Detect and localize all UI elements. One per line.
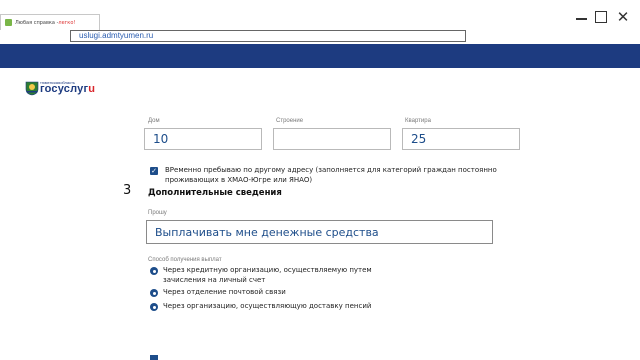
- region-emblem-icon: [25, 81, 39, 96]
- payment-option-delivery: Через организацию, осуществляющую достав…: [163, 302, 372, 310]
- tab-title-highlight: легко!: [58, 19, 76, 26]
- close-icon[interactable]: ✕: [614, 8, 632, 26]
- payment-method-label: Способ получения выплат: [148, 257, 222, 263]
- temp-address-checkbox[interactable]: ✓: [150, 167, 158, 175]
- next-checkbox[interactable]: [150, 355, 158, 360]
- logo-main-accent: u: [88, 83, 96, 95]
- temp-address-text: ВРеменно пребываю по другому адресу (зап…: [165, 166, 497, 184]
- payment-option-post: Через отделение почтовой связи: [163, 288, 286, 296]
- tab-title: Любая справка -: [15, 19, 59, 26]
- minimize-icon[interactable]: [572, 8, 590, 26]
- payment-radio-post[interactable]: [150, 289, 158, 297]
- site-header-bar: [0, 44, 640, 68]
- radio-dot: [152, 291, 156, 295]
- tab-favicon-icon: [5, 19, 12, 26]
- house-input[interactable]: 10: [144, 128, 262, 150]
- site-logo[interactable]: госуслугu: [40, 83, 95, 95]
- browser-tab[interactable]: Любая справка - легко!: [0, 14, 100, 30]
- section-title: Дополнительные сведения: [148, 188, 282, 198]
- radio-dot: [152, 269, 156, 273]
- flat-label: Квартира: [405, 118, 431, 124]
- building-label: Строение: [276, 118, 304, 124]
- payment-option-bank: Через кредитную организацию, осуществляе…: [163, 266, 372, 284]
- request-label: Прошу: [148, 210, 167, 216]
- house-label: Дом: [148, 118, 160, 124]
- radio-dot: [152, 305, 156, 309]
- payment-radio-delivery[interactable]: [150, 303, 158, 311]
- flat-input[interactable]: 25: [402, 128, 520, 150]
- logo-main-text: госуслуг: [40, 83, 89, 95]
- address-bar[interactable]: uslugi.admtyumen.ru: [70, 30, 466, 42]
- request-select[interactable]: Выплачивать мне денежные средства: [146, 220, 493, 244]
- maximize-icon[interactable]: [592, 8, 610, 26]
- payment-radio-bank[interactable]: [150, 267, 158, 275]
- section-number: 3: [123, 183, 132, 198]
- building-input[interactable]: [273, 128, 391, 150]
